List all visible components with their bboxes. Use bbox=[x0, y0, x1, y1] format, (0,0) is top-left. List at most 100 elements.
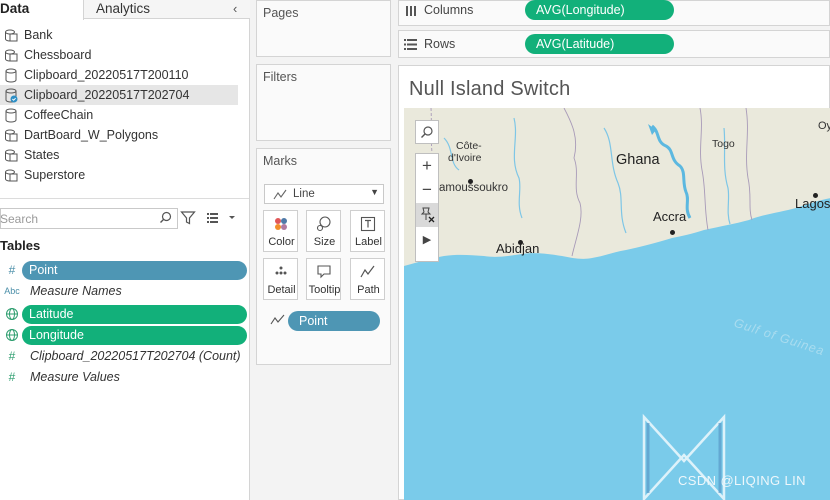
color-button-label: Color bbox=[268, 236, 295, 248]
field-row[interactable]: # Measure Values bbox=[0, 367, 248, 387]
search-icon[interactable] bbox=[159, 211, 173, 225]
map-label-oy: Oy bbox=[818, 120, 830, 132]
field-pill-point[interactable]: Point bbox=[22, 260, 247, 280]
string-type-icon: Abc bbox=[4, 286, 20, 296]
expand-toolbar-icon[interactable]: ▶ bbox=[416, 227, 438, 251]
data-pane: Data Analytics ‹ Bank Chessboard Clipboa… bbox=[0, 0, 250, 500]
map-label-cote: Côte- bbox=[456, 140, 482, 152]
map[interactable]: Côte- d'Ivoire amoussoukro Ghana Togo Oy… bbox=[404, 108, 830, 500]
path-button-label: Path bbox=[357, 284, 380, 296]
size-button[interactable]: Size bbox=[306, 210, 341, 252]
map-label-abidjan: Abidjan bbox=[496, 241, 540, 256]
mark-type-dropdown[interactable]: Line ▼ bbox=[264, 184, 384, 204]
datasource-icon bbox=[5, 108, 17, 123]
detail-button[interactable]: Detail bbox=[263, 258, 298, 300]
field-row[interactable]: Longitude bbox=[0, 325, 248, 345]
datasource-item[interactable]: Clipboard_20220517T200110 bbox=[0, 65, 238, 85]
field-row[interactable]: Latitude bbox=[0, 304, 248, 324]
path-button[interactable]: Path bbox=[350, 258, 385, 300]
datasource-label: Chessboard bbox=[24, 48, 92, 62]
globe-icon bbox=[6, 329, 18, 341]
label-button-label: Label bbox=[355, 236, 382, 248]
map-label-lagos: Lagos bbox=[795, 196, 830, 211]
filters-card[interactable]: Filters bbox=[256, 64, 391, 141]
pages-card-title: Pages bbox=[263, 6, 299, 20]
map-label-togo: Togo bbox=[712, 138, 735, 150]
field-label[interactable]: Measure Values bbox=[30, 370, 120, 384]
path-icon bbox=[360, 265, 375, 278]
chevron-down-icon: ▼ bbox=[370, 187, 379, 197]
datasource-icon bbox=[5, 68, 17, 83]
pane-tabs: Data Analytics ‹ bbox=[0, 0, 250, 20]
rows-pill[interactable]: AVG(Latitude) bbox=[525, 34, 674, 54]
filters-card-title: Filters bbox=[263, 70, 298, 84]
field-pill-latitude[interactable]: Latitude bbox=[22, 304, 247, 324]
field-row[interactable]: # Point bbox=[0, 260, 248, 280]
worksheet-view: Null Island Switch Côte- d'Ivoire amouss… bbox=[398, 65, 830, 500]
filter-icon[interactable] bbox=[180, 210, 196, 226]
marks-card: Marks Line ▼ Color Size Label Detail Too… bbox=[256, 148, 391, 365]
measure-type-icon: # bbox=[8, 349, 16, 363]
city-dot bbox=[670, 230, 675, 235]
datasource-active-icon bbox=[5, 88, 18, 103]
columns-shelf[interactable]: Columns AVG(Longitude) bbox=[398, 0, 830, 26]
map-label-accra: Accra bbox=[653, 209, 687, 224]
pages-card[interactable]: Pages bbox=[256, 0, 391, 57]
datasource-item[interactable]: Chessboard bbox=[0, 45, 238, 65]
divider bbox=[0, 198, 249, 199]
zoom-in-icon[interactable]: + bbox=[416, 154, 438, 178]
detail-button-label: Detail bbox=[267, 284, 296, 296]
datasource-label: CoffeeChain bbox=[24, 108, 94, 122]
datasource-item-selected[interactable]: Clipboard_20220517T202704 bbox=[0, 85, 238, 105]
pin-unpin-icon bbox=[420, 207, 435, 223]
field-label[interactable]: Measure Names bbox=[30, 284, 122, 298]
tooltip-icon bbox=[317, 265, 331, 279]
datasource-item[interactable]: States bbox=[0, 145, 238, 165]
field-row[interactable]: Abc Measure Names bbox=[0, 281, 248, 301]
columns-pill[interactable]: AVG(Longitude) bbox=[525, 0, 674, 20]
search-icon bbox=[421, 126, 433, 138]
map-label-ghana: Ghana bbox=[616, 152, 660, 168]
map-label-yamoussoukro: amoussoukro bbox=[439, 182, 509, 194]
tab-analytics[interactable]: Analytics bbox=[96, 0, 150, 19]
size-button-label: Size bbox=[313, 236, 336, 248]
path-point-pill[interactable]: Point bbox=[288, 311, 380, 331]
map-search-button[interactable] bbox=[415, 120, 439, 144]
color-icon bbox=[275, 218, 287, 230]
field-label[interactable]: Clipboard_20220517T202704 (Count) bbox=[30, 349, 241, 363]
measure-type-icon: # bbox=[8, 263, 16, 277]
datasource-item[interactable]: DartBoard_W_Polygons bbox=[0, 125, 238, 145]
pin-map-icon[interactable] bbox=[416, 203, 438, 227]
rows-shelf[interactable]: Rows AVG(Latitude) bbox=[398, 30, 830, 58]
label-button[interactable]: Label bbox=[350, 210, 385, 252]
zoom-out-icon[interactable]: − bbox=[416, 178, 438, 202]
chevron-left-icon[interactable]: ‹ bbox=[233, 0, 237, 17]
datasource-label: Superstore bbox=[24, 168, 86, 182]
datasource-item[interactable]: CoffeeChain bbox=[0, 105, 238, 125]
worksheet-title: Null Island Switch bbox=[409, 78, 571, 100]
columns-shelf-label: Columns bbox=[424, 3, 474, 17]
datasource-item[interactable]: Superstore bbox=[0, 165, 238, 185]
map-label-divoire: d'Ivoire bbox=[448, 152, 482, 164]
field-row[interactable]: # Clipboard_20220517T202704 (Count) bbox=[0, 346, 248, 366]
datasource-icon bbox=[5, 169, 18, 181]
tables-heading: Tables bbox=[0, 238, 41, 253]
columns-icon bbox=[406, 6, 416, 16]
datasource-icon bbox=[5, 49, 18, 61]
datasource-icon bbox=[5, 149, 18, 161]
tab-data[interactable]: Data bbox=[0, 0, 84, 20]
rows-icon bbox=[404, 39, 417, 50]
tooltip-button[interactable]: Tooltip bbox=[306, 258, 341, 300]
datasource-label: DartBoard_W_Polygons bbox=[24, 128, 159, 142]
datasource-label: Bank bbox=[24, 28, 53, 42]
field-pill-longitude[interactable]: Longitude bbox=[22, 325, 247, 345]
search-input[interactable] bbox=[0, 210, 150, 227]
color-button[interactable]: Color bbox=[263, 210, 298, 252]
globe-icon bbox=[6, 308, 18, 320]
map-controls: + − ▶ bbox=[415, 153, 439, 262]
search-box[interactable] bbox=[0, 208, 178, 229]
size-icon bbox=[316, 216, 331, 232]
datasource-item[interactable]: Bank bbox=[0, 25, 238, 45]
list-view-icon[interactable] bbox=[206, 211, 238, 225]
datasource-icon bbox=[5, 29, 18, 41]
